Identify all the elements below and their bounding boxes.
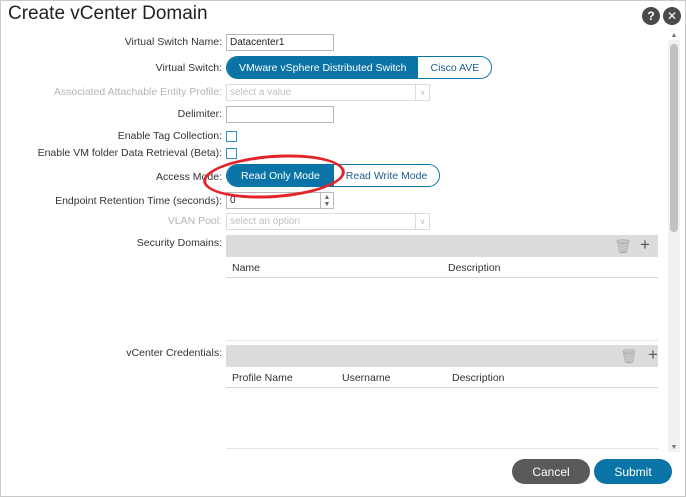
vcenter-credentials-table: 🗑 + Profile Name Username Description [226,345,658,449]
vm-folder-label: Enable VM folder Data Retrieval (Beta): [37,147,222,159]
cancel-button[interactable]: Cancel [512,459,590,484]
tag-collection-checkbox[interactable] [226,131,237,142]
vlan-pool-placeholder: select an option [230,216,301,227]
vertical-scrollbar[interactable]: ▲ ▼ [668,32,680,452]
chevron-up-icon: ▲ [323,193,331,201]
aaep-select[interactable]: select a value ∨ [226,84,430,101]
help-icon[interactable]: ? [642,7,660,25]
trash-icon[interactable]: 🗑 [614,238,632,255]
virtual-switch-label: Virtual Switch: [155,62,222,74]
aaep-label: Associated Attachable Entity Profile: [53,86,222,98]
security-domains-label: Security Domains: [136,237,222,249]
delimiter-input[interactable] [226,106,334,123]
vm-folder-checkbox[interactable] [226,148,237,159]
dialog-title: Create vCenter Domain [8,3,208,24]
endpoint-retention-label: Endpoint Retention Time (seconds): [55,195,222,207]
column-description[interactable]: Description [448,262,501,274]
close-icon[interactable]: ✕ [663,7,681,25]
column-name[interactable]: Name [232,262,260,274]
column-profile-name[interactable]: Profile Name [232,372,293,384]
scrollbar-thumb[interactable] [670,44,678,232]
submit-button[interactable]: Submit [594,459,672,484]
retention-stepper[interactable]: ▲ ▼ [320,192,334,209]
column-description[interactable]: Description [452,372,505,384]
plus-icon[interactable]: + [648,345,658,365]
trash-icon[interactable]: 🗑 [620,348,638,365]
security-domains-header: Name Description [226,257,658,278]
vcenter-credentials-toolbar: 🗑 + [226,345,658,367]
security-domains-toolbar: 🗑 + [226,235,658,257]
scroll-down-icon[interactable]: ▼ [668,444,680,452]
vlan-pool-label: VLAN Pool: [167,215,222,227]
vlan-pool-select[interactable]: select an option ∨ [226,213,430,230]
chevron-down-icon: ▼ [323,200,331,208]
virtual-switch-toggle: VMware vSphere Distributed Switch Cisco … [226,56,493,79]
plus-icon[interactable]: + [640,235,650,255]
column-username[interactable]: Username [342,372,390,384]
vcenter-credentials-label: vCenter Credentials: [126,347,222,359]
tag-collection-label: Enable Tag Collection: [117,130,222,142]
chevron-down-icon: ∨ [415,85,429,100]
security-domains-table: 🗑 + Name Description [226,235,658,341]
virtual-switch-name-input[interactable]: Datacenter1 [226,34,334,51]
chevron-down-icon: ∨ [415,214,429,229]
vcenter-credentials-header: Profile Name Username Description [226,367,658,388]
vmware-vds-option[interactable]: VMware vSphere Distributed Switch [227,57,419,78]
read-write-option[interactable]: Read Write Mode [333,165,440,186]
aaep-placeholder: select a value [230,87,292,98]
scroll-up-icon[interactable]: ▲ [668,32,680,40]
delimiter-label: Delimiter: [177,108,222,120]
virtual-switch-name-label: Virtual Switch Name: [124,36,222,48]
cisco-ave-option[interactable]: Cisco AVE [418,57,492,78]
